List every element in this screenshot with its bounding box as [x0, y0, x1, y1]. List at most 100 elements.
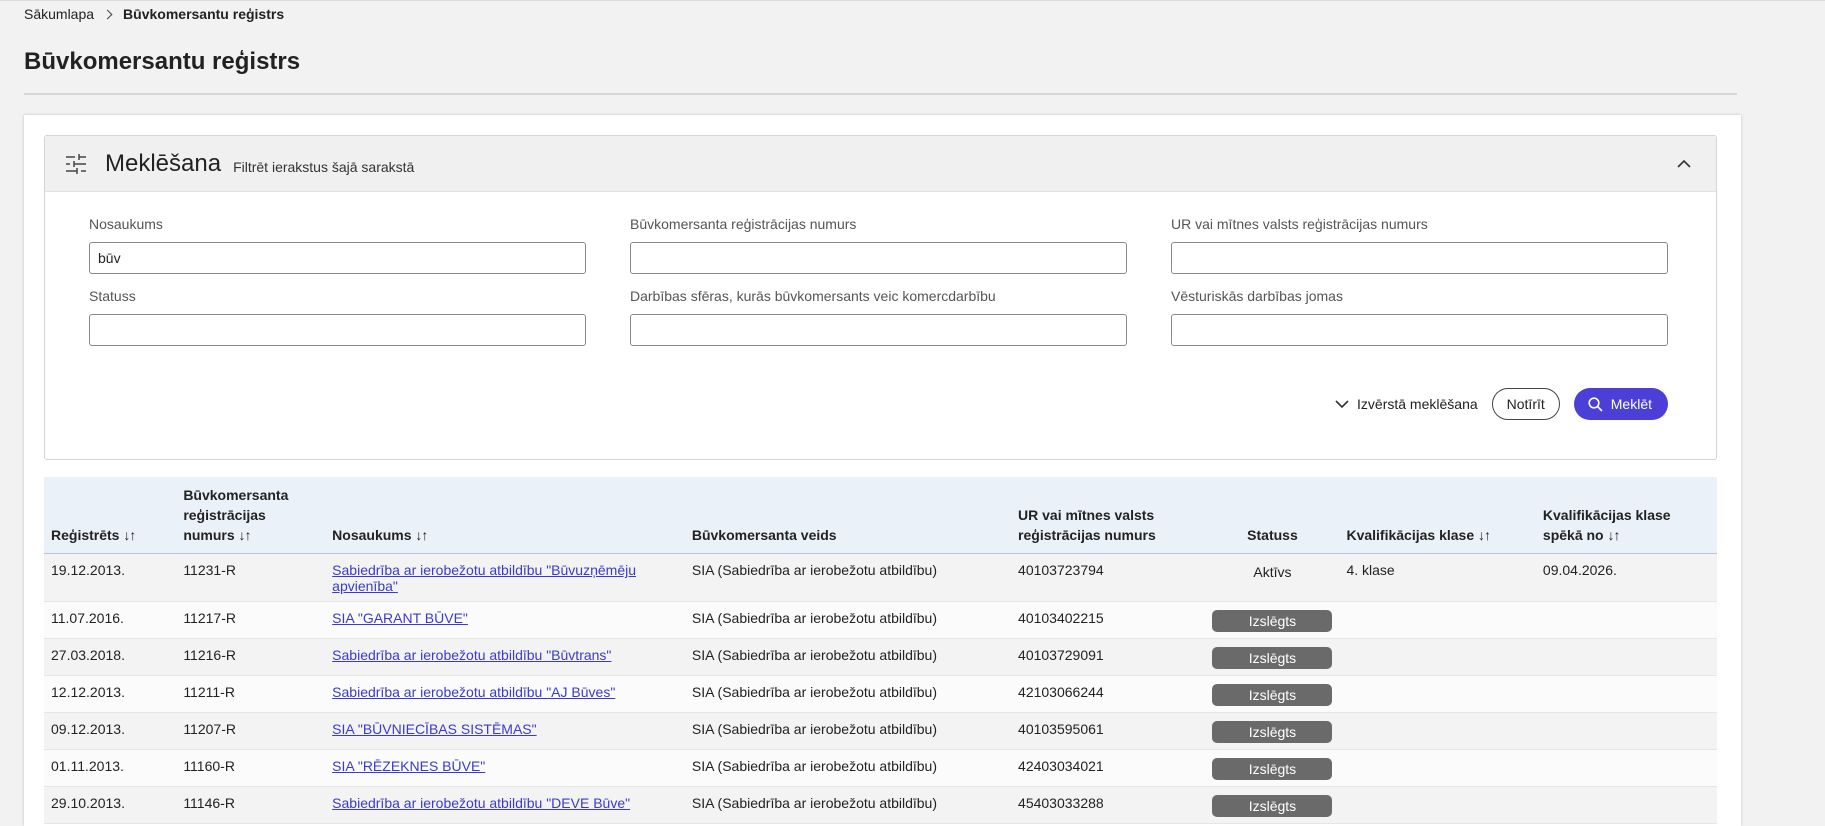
- cell-status: Izslēgts: [1205, 749, 1340, 787]
- col-qual-class[interactable]: Kvalifikācijas klase ↓↑: [1339, 477, 1536, 554]
- cell-type: SIA (Sabiedrība ar ierobežotu atbildību): [684, 553, 1012, 602]
- cell-registered: 12.12.2013.: [44, 675, 177, 713]
- cell-status: Izslēgts: [1205, 638, 1340, 676]
- col-registered-label: Reģistrēts: [51, 527, 120, 543]
- spheres-field: Darbības sfēras, kurās būvkomersants vei…: [630, 288, 1127, 346]
- status-badge: Izslēgts: [1212, 684, 1333, 706]
- cell-name: SIA "BŪVNIECĪBAS SISTĒMAS": [325, 712, 685, 750]
- spheres-input[interactable]: [630, 314, 1127, 346]
- sort-arrows-icon[interactable]: ↓↑: [239, 527, 252, 543]
- table-row: 27.03.2018. 11216-R Sabiedrība ar ierobe…: [44, 638, 1717, 676]
- cell-registered: 01.11.2013.: [44, 749, 177, 787]
- cell-qual-valid: [1535, 749, 1717, 787]
- sort-arrows-icon[interactable]: ↓↑: [1478, 527, 1491, 543]
- historic-input[interactable]: [1171, 314, 1668, 346]
- sort-arrows-icon[interactable]: ↓↑: [415, 527, 428, 543]
- advanced-search-toggle[interactable]: Izvērstā meklēšana: [1335, 396, 1478, 412]
- cell-reg-number: 11217-R: [176, 601, 326, 639]
- status-active-text: Aktīvs: [1253, 564, 1292, 580]
- advanced-search-label: Izvērstā meklēšana: [1357, 396, 1478, 412]
- clear-button[interactable]: Notīrīt: [1491, 388, 1560, 420]
- cell-ur-number: 42103066244: [1011, 675, 1206, 713]
- col-name[interactable]: Nosaukums ↓↑: [325, 477, 685, 554]
- name-input[interactable]: [89, 242, 586, 274]
- cell-qual-valid: [1535, 638, 1717, 676]
- cell-ur-number: 45403033288: [1011, 786, 1206, 824]
- cell-name: Sabiedrība ar ierobežotu atbildību "AJ B…: [325, 675, 685, 713]
- sort-arrows-icon[interactable]: ↓↑: [1608, 527, 1621, 543]
- col-qual-valid[interactable]: Kvalifikācijas klase spēkā no ↓↑: [1535, 477, 1717, 554]
- ur-number-label: UR vai mītnes valsts reģistrācijas numur…: [1171, 216, 1428, 232]
- historic-field: Vēsturiskās darbības jomas: [1171, 288, 1668, 346]
- cell-status: Izslēgts: [1205, 675, 1340, 713]
- cell-status: Izslēgts: [1205, 786, 1340, 824]
- chevron-up-icon[interactable]: [1674, 154, 1694, 174]
- col-registered[interactable]: Reģistrēts ↓↑: [44, 477, 177, 554]
- results-table: Reģistrēts ↓↑ Būvkomersanta reģistrācijas…: [44, 477, 1717, 824]
- cell-registered: 11.07.2016.: [44, 601, 177, 639]
- ur-number-field: UR vai mītnes valsts reģistrācijas numur…: [1171, 216, 1668, 274]
- table-row: 01.11.2013. 11160-R SIA "RĒZEKNES BŪVE" …: [44, 749, 1717, 787]
- cell-name: Sabiedrība ar ierobežotu atbildību "Būvu…: [325, 553, 685, 602]
- reg-number-field: Būvkomersanta reģistrācijas numurs: [630, 216, 1127, 274]
- status-badge: Izslēgts: [1212, 758, 1333, 780]
- col-type-label: Būvkomersanta veids: [691, 527, 837, 543]
- status-field: Statuss: [89, 288, 586, 346]
- search-button-label: Meklēt: [1610, 396, 1652, 412]
- cell-qual-valid: 09.04.2026.: [1535, 553, 1717, 602]
- search-panel-title: Meklēšana: [105, 149, 222, 177]
- search-button[interactable]: Meklēt: [1573, 388, 1668, 420]
- search-panel-header[interactable]: Meklēšana Filtrēt ierakstus šajā sarakst…: [45, 136, 1716, 192]
- cell-registered: 19.12.2013.: [44, 553, 177, 602]
- col-reg-number[interactable]: Būvkomersanta reģistrācijas numurs ↓↑: [176, 477, 326, 554]
- status-input[interactable]: [89, 314, 586, 346]
- breadcrumb-home-link[interactable]: Sākumlapa: [24, 6, 94, 22]
- name-field: Nosaukums: [89, 216, 586, 274]
- title-divider: [24, 93, 1737, 95]
- company-link[interactable]: Sabiedrība ar ierobežotu atbildību "DEVE…: [332, 795, 630, 811]
- cell-qual-valid: [1535, 712, 1717, 750]
- cell-registered: 29.10.2013.: [44, 786, 177, 824]
- cell-ur-number: 40103729091: [1011, 638, 1206, 676]
- sort-arrows-icon[interactable]: ↓↑: [123, 527, 136, 543]
- table-row: 11.07.2016. 11217-R SIA "GARANT BŪVE" SI…: [44, 601, 1717, 639]
- cell-status: Aktīvs: [1205, 553, 1340, 602]
- cell-type: SIA (Sabiedrība ar ierobežotu atbildību): [684, 712, 1012, 750]
- company-link[interactable]: Sabiedrība ar ierobežotu atbildību "AJ B…: [332, 684, 615, 700]
- content-card: Meklēšana Filtrēt ierakstus šajā sarakst…: [24, 115, 1741, 826]
- cell-name: Sabiedrība ar ierobežotu atbildību "Būvt…: [325, 638, 685, 676]
- cell-qual-class: [1339, 712, 1536, 750]
- page-title: Būvkomersantu reģistrs: [24, 48, 301, 75]
- reg-number-input[interactable]: [630, 242, 1127, 274]
- cell-qual-class: [1339, 749, 1536, 787]
- cell-registered: 09.12.2013.: [44, 712, 177, 750]
- cell-name: SIA "RĒZEKNES BŪVE": [325, 749, 685, 787]
- cell-reg-number: 11211-R: [176, 675, 326, 713]
- company-link[interactable]: SIA "GARANT BŪVE": [332, 610, 468, 626]
- company-link[interactable]: Sabiedrība ar ierobežotu atbildību "Būvt…: [332, 647, 611, 663]
- cell-type: SIA (Sabiedrība ar ierobežotu atbildību): [684, 675, 1012, 713]
- col-qual-valid-line2: spēkā no: [1542, 527, 1604, 543]
- cell-status: Izslēgts: [1205, 712, 1340, 750]
- cell-ur-number: 40103402215: [1011, 601, 1206, 639]
- table-row: 19.12.2013. 11231-R Sabiedrība ar ierobe…: [44, 553, 1717, 602]
- company-link[interactable]: Sabiedrība ar ierobežotu atbildību "Būvu…: [332, 562, 636, 594]
- name-label: Nosaukums: [89, 216, 163, 232]
- cell-qual-class: [1339, 675, 1536, 713]
- cell-type: SIA (Sabiedrība ar ierobežotu atbildību): [684, 638, 1012, 676]
- company-link[interactable]: SIA "RĒZEKNES BŪVE": [332, 758, 485, 774]
- company-link[interactable]: SIA "BŪVNIECĪBAS SISTĒMAS": [332, 721, 536, 737]
- cell-qual-valid: [1535, 675, 1717, 713]
- cell-qual-class: [1339, 786, 1536, 824]
- col-reg-number-line3: numurs: [183, 527, 235, 543]
- ur-number-input[interactable]: [1171, 242, 1668, 274]
- cell-registered: 27.03.2018.: [44, 638, 177, 676]
- cell-qual-class: [1339, 601, 1536, 639]
- status-badge: Izslēgts: [1212, 647, 1333, 669]
- search-panel: Meklēšana Filtrēt ierakstus šajā sarakst…: [44, 135, 1717, 460]
- cell-qual-valid: [1535, 601, 1717, 639]
- cell-name: SIA "GARANT BŪVE": [325, 601, 685, 639]
- col-reg-number-line1: Būvkomersanta: [183, 487, 289, 503]
- cell-name: Sabiedrība ar ierobežotu atbildību "DEVE…: [325, 786, 685, 824]
- status-badge: Izslēgts: [1212, 610, 1333, 632]
